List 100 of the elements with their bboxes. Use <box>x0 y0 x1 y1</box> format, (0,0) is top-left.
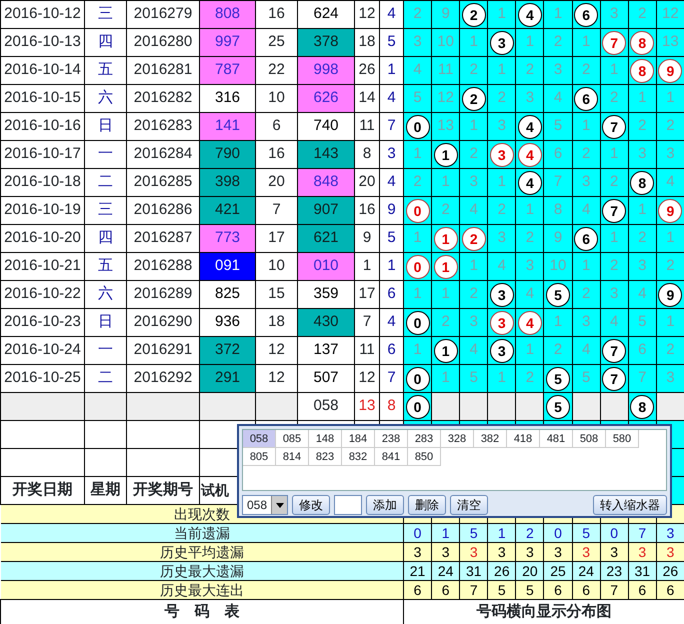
number-ball: 1 <box>434 226 458 250</box>
number-ball: 7 <box>602 338 626 362</box>
table-cell: 6 <box>404 580 432 600</box>
list-item[interactable]: 238 <box>375 430 408 448</box>
table-cell: 5 <box>628 308 656 336</box>
number-dropdown[interactable]: 058 <box>242 495 288 515</box>
table-cell: 4 <box>628 280 656 308</box>
list-item[interactable]: 184 <box>342 430 375 448</box>
list-item[interactable]: 508 <box>573 430 606 448</box>
panel-button[interactable]: 转入缩水器 <box>593 495 667 515</box>
table-cell: 1 <box>544 308 572 336</box>
table-cell: 9 <box>544 224 572 252</box>
table-cell: 五 <box>84 252 126 280</box>
table-cell: 4 <box>488 252 516 280</box>
number-ball: 5 <box>546 394 570 418</box>
table-cell: 2 <box>628 0 656 28</box>
number-ball: 0 <box>406 394 430 418</box>
table-cell: 4 <box>460 196 488 224</box>
panel-button[interactable]: 修改 <box>292 495 330 515</box>
table-cell: 六 <box>84 280 126 308</box>
list-item[interactable]: 418 <box>507 430 540 448</box>
list-item[interactable]: 850 <box>408 448 441 466</box>
list-item[interactable]: 382 <box>474 430 507 448</box>
table-cell: 359 <box>298 280 354 308</box>
panel-button[interactable]: 删除 <box>408 495 446 515</box>
list-item[interactable]: 085 <box>276 430 309 448</box>
table-cell: 773 <box>200 224 256 252</box>
list-item[interactable]: 832 <box>342 448 375 466</box>
table-cell: 3 <box>628 252 656 280</box>
table-cell: 三 <box>84 196 126 224</box>
table-cell: 1 <box>460 112 488 140</box>
panel-button[interactable]: 清空 <box>450 495 488 515</box>
table-cell: 787 <box>200 56 256 84</box>
table-cell: 3 <box>516 252 544 280</box>
panel-button[interactable]: 添加 <box>366 495 404 515</box>
list-item[interactable]: 580 <box>606 430 639 448</box>
table-cell: 316 <box>200 84 256 112</box>
number-ball: 5 <box>546 282 570 306</box>
row-label: 历史最大连出 <box>0 580 404 600</box>
table-cell: 2016-10-23 <box>0 308 84 336</box>
list-item[interactable]: 823 <box>309 448 342 466</box>
table-cell: 6 <box>572 580 600 600</box>
number-ball: 8 <box>630 394 654 418</box>
table-cell: 2016-10-13 <box>0 28 84 56</box>
table-cell: 1 <box>544 0 572 28</box>
table-cell: 624 <box>298 0 354 28</box>
table-cell: 2 <box>460 280 488 308</box>
table-cell: 825 <box>200 280 256 308</box>
number-ball: 0 <box>406 254 430 278</box>
table-cell: 430 <box>298 308 354 336</box>
table-cell: 790 <box>200 140 256 168</box>
table-cell: 四 <box>84 224 126 252</box>
table-cell: 2016-10-24 <box>0 336 84 364</box>
table-cell: 3 <box>572 168 600 196</box>
list-item[interactable]: 058 <box>243 430 276 448</box>
table-cell: 1 <box>516 28 544 56</box>
table-cell: 7 <box>544 168 572 196</box>
table-cell: 2016-10-16 <box>0 112 84 140</box>
table-cell: 五 <box>84 56 126 84</box>
table-cell: 2 <box>516 364 544 392</box>
table-cell: 1 <box>656 84 684 112</box>
number-ball: 4 <box>518 310 542 334</box>
number-ball: 6 <box>574 86 598 110</box>
list-item[interactable]: 283 <box>408 430 441 448</box>
table-cell: 2 <box>488 196 516 224</box>
table-cell: 1 <box>516 336 544 364</box>
input-field[interactable] <box>334 495 362 515</box>
number-ball: 3 <box>490 338 514 362</box>
number-ball: 8 <box>630 170 654 194</box>
table-cell: 1 <box>432 280 460 308</box>
table-cell: 三 <box>84 0 126 28</box>
table-cell: 4 <box>516 280 544 308</box>
table-cell: 8 <box>354 140 380 168</box>
list-item[interactable]: 328 <box>441 430 474 448</box>
number-ball: 4 <box>518 114 542 138</box>
list-item[interactable]: 805 <box>243 448 276 466</box>
number-ball: 2 <box>462 86 486 110</box>
list-item[interactable]: 814 <box>276 448 309 466</box>
table-cell: 1 <box>354 252 380 280</box>
table-cell: 4 <box>404 56 432 84</box>
table-cell: 291 <box>200 364 256 392</box>
table-cell: 13 <box>354 392 380 420</box>
table-cell: 4 <box>572 336 600 364</box>
number-ball: 9 <box>658 198 682 222</box>
number-ball: 7 <box>602 30 626 54</box>
number-ball: 2 <box>462 2 486 26</box>
table-cell: 6 <box>544 580 572 600</box>
table-cell: 一 <box>84 336 126 364</box>
list-item[interactable]: 481 <box>540 430 573 448</box>
table-cell: 626 <box>298 84 354 112</box>
table-cell: 4 <box>600 308 628 336</box>
table-cell: 6 <box>432 580 460 600</box>
list-item[interactable]: 841 <box>375 448 408 466</box>
table-cell: 14 <box>354 84 380 112</box>
table-cell: 1 <box>432 364 460 392</box>
number-ball: 3 <box>490 30 514 54</box>
number-ball: 5 <box>546 366 570 390</box>
number-ball: 6 <box>574 2 598 26</box>
table-cell: 17 <box>354 280 380 308</box>
table-cell: 1 <box>404 336 432 364</box>
